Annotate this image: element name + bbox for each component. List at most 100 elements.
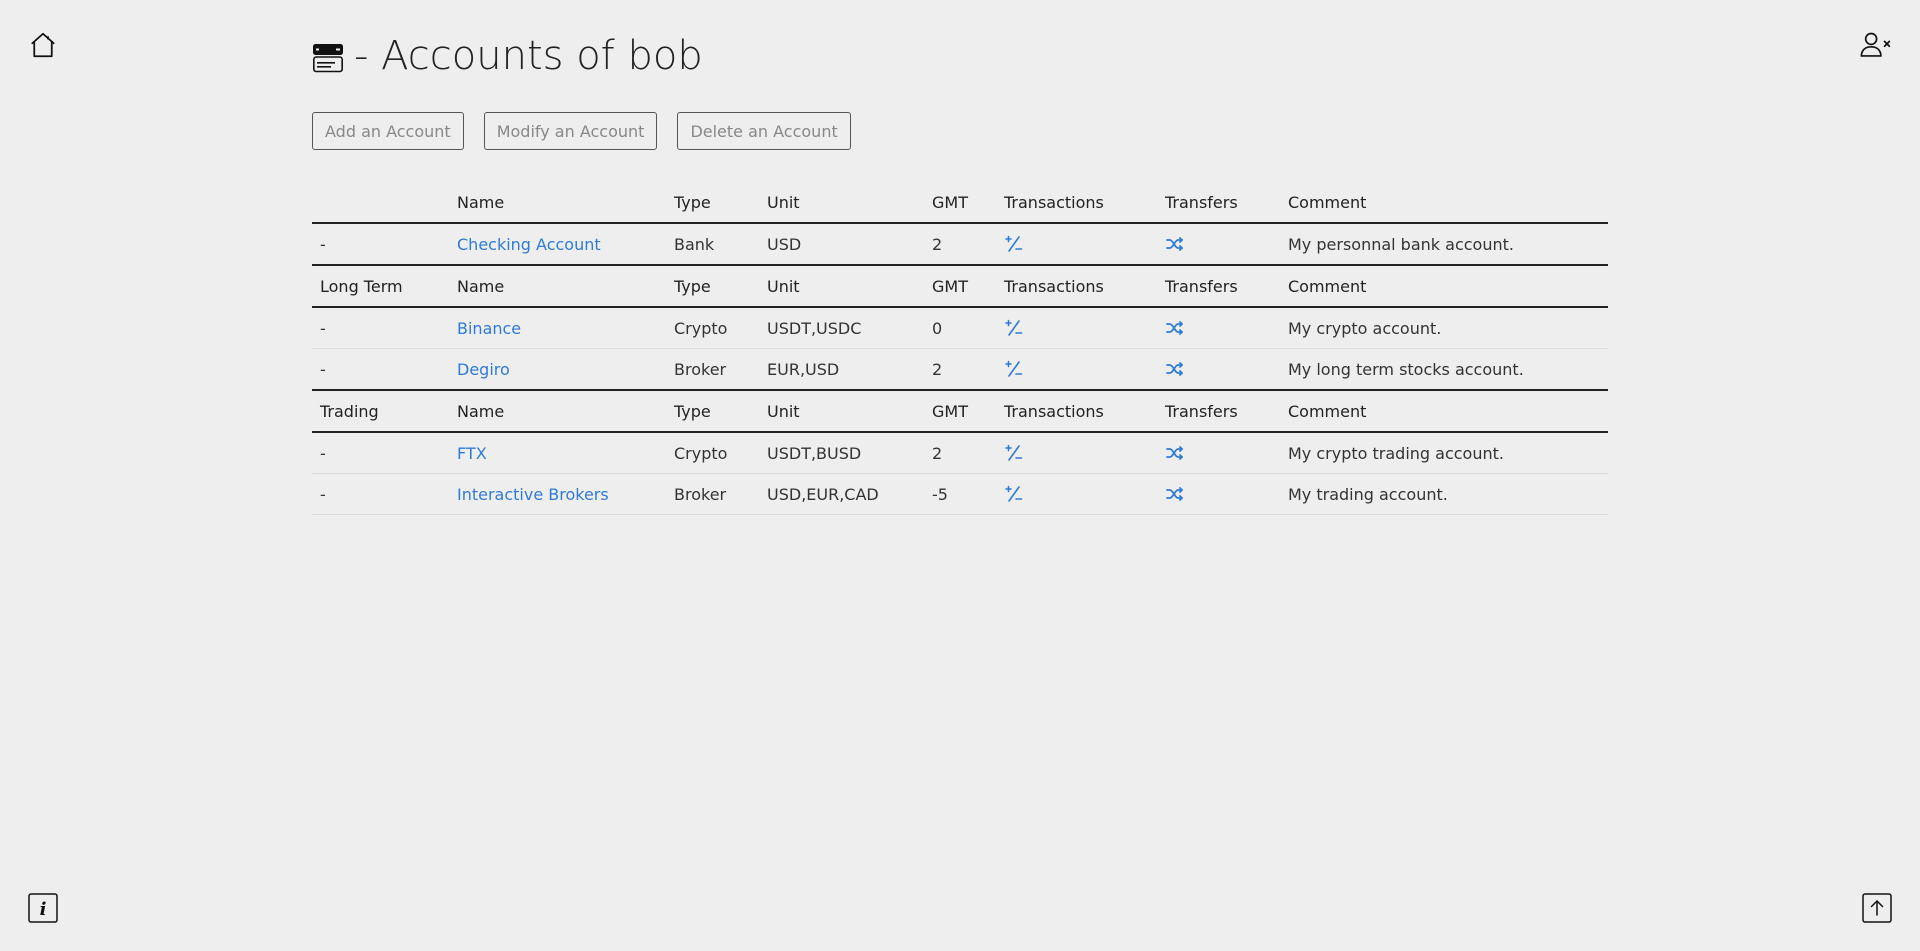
account-comment: My personnal bank account. <box>1288 234 1514 254</box>
page-title: - Accounts of bob <box>312 32 1608 80</box>
column-header-transfers: Transfers <box>1157 182 1280 224</box>
shuffle-icon[interactable] <box>1165 359 1185 379</box>
account-comment: My trading account. <box>1280 473 1608 515</box>
home-icon <box>31 32 55 58</box>
account-comment: My crypto trading account. <box>1280 432 1608 474</box>
account-gmt: 2 <box>932 234 943 254</box>
account-name-cell: Interactive Brokers <box>449 473 666 515</box>
account-type: Broker <box>674 359 727 379</box>
accounts-table: Name Type Unit GMT Transactions Transfers Comm… <box>312 182 1608 515</box>
transfers-cell <box>1157 432 1280 474</box>
account-unit: USDT,BUSD <box>759 432 924 474</box>
table-row: - Binance Crypto USDT,USDC 0 My crypto accoun… <box>312 307 1608 349</box>
row-marker: - <box>312 473 449 515</box>
group-label <box>312 182 449 224</box>
column-header-type: Type <box>666 182 759 224</box>
account-link[interactable]: Checking Account <box>457 235 601 254</box>
column-header-gmt: GMT <box>924 389 996 433</box>
table-row: - Checking Account Bank USD 2 My personnal ba… <box>312 223 1608 265</box>
account-link[interactable]: Binance <box>457 319 521 338</box>
account-type: Crypto <box>666 432 759 474</box>
column-header-transfers: Transfers <box>1157 389 1280 433</box>
account-type: Broker <box>666 473 759 515</box>
column-header-name: Name <box>449 182 666 224</box>
column-header-transactions: Transactions <box>996 182 1157 224</box>
account-actions: Add an Account Modify an Account Delete … <box>312 112 1608 150</box>
transactions-cell <box>996 307 1157 349</box>
shuffle-icon[interactable] <box>1165 443 1185 463</box>
account-type: Crypto <box>666 307 759 349</box>
account-gmt: 2 <box>932 359 943 379</box>
table-row: - Degiro Broker EUR,USD 2 My long term stocks… <box>312 349 1608 391</box>
transactions-cell <box>996 349 1157 391</box>
account-unit: USD,EUR,CAD <box>759 473 924 515</box>
transfers-cell <box>1157 307 1280 349</box>
shuffle-icon[interactable] <box>1165 318 1185 338</box>
table-row: - FTX Crypto USDT,BUSD 2 My crypto trading ac… <box>312 432 1608 474</box>
account-gmt: 0 <box>924 307 996 349</box>
column-header-gmt: GMT <box>924 182 996 224</box>
column-header-name: Name <box>449 264 666 308</box>
scroll-top-button[interactable] <box>1862 893 1892 923</box>
column-header-comment: Comment <box>1280 182 1608 224</box>
column-header-unit: Unit <box>759 264 924 308</box>
plus-minus-icon[interactable] <box>1004 443 1024 463</box>
account-gmt: 2 <box>924 432 996 474</box>
group-label: Trading <box>312 389 449 433</box>
main-content: - Accounts of bob Add an Account Modify … <box>312 0 1608 515</box>
account-name-cell: Checking Account <box>449 223 666 265</box>
arrow-up-icon <box>1862 893 1892 923</box>
account-unit: USDT,USDC <box>759 307 924 349</box>
column-header-gmt: GMT <box>924 264 996 308</box>
account-name-cell: Degiro <box>449 349 666 391</box>
home-button[interactable] <box>26 28 60 62</box>
account-type: Bank <box>674 234 715 254</box>
plus-minus-icon[interactable] <box>1004 318 1024 338</box>
transactions-cell <box>996 223 1157 265</box>
transfers-cell <box>1157 473 1280 515</box>
logout-button[interactable] <box>1858 28 1894 62</box>
column-header-comment: Comment <box>1280 389 1608 433</box>
info-button[interactable]: i <box>28 893 58 923</box>
account-name-cell: FTX <box>449 432 666 474</box>
row-marker: - <box>320 234 326 254</box>
group-header-row: Long Term Name Type Unit GMT Transactions Tran… <box>312 264 1608 308</box>
account-link[interactable]: FTX <box>457 444 487 463</box>
column-header-transfers: Transfers <box>1157 264 1280 308</box>
transfers-cell <box>1157 223 1280 265</box>
server-icon <box>312 44 343 73</box>
account-unit: EUR,USD <box>767 359 840 379</box>
group-header-row: Trading Name Type Unit GMT Transactions Transf… <box>312 389 1608 433</box>
transactions-cell <box>996 432 1157 474</box>
account-unit: USD <box>767 234 802 254</box>
plus-minus-icon[interactable] <box>1004 484 1024 504</box>
plus-minus-icon[interactable] <box>1004 234 1024 254</box>
group-header-row: Name Type Unit GMT Transactions Transfers Comm… <box>312 182 1608 224</box>
column-header-unit: Unit <box>759 182 924 224</box>
account-name-cell: Binance <box>449 307 666 349</box>
column-header-unit: Unit <box>759 389 924 433</box>
account-link[interactable]: Interactive Brokers <box>457 485 609 504</box>
column-header-type: Type <box>666 264 759 308</box>
modify-account-button[interactable]: Modify an Account <box>483 112 658 150</box>
add-account-button[interactable]: Add an Account <box>312 112 464 150</box>
transactions-cell <box>996 473 1157 515</box>
column-header-comment: Comment <box>1280 264 1608 308</box>
group-label: Long Term <box>312 264 449 308</box>
shuffle-icon[interactable] <box>1165 234 1185 254</box>
row-marker: - <box>312 432 449 474</box>
user-x-icon <box>1860 32 1891 57</box>
shuffle-icon[interactable] <box>1165 484 1185 504</box>
row-marker: - <box>320 359 326 379</box>
table-row: - Interactive Brokers Broker USD,EUR,CAD -5 M… <box>312 473 1608 515</box>
delete-account-button[interactable]: Delete an Account <box>677 112 851 150</box>
account-link[interactable]: Degiro <box>457 360 510 379</box>
column-header-transactions: Transactions <box>996 264 1157 308</box>
column-header-transactions: Transactions <box>996 389 1157 433</box>
account-gmt: -5 <box>924 473 996 515</box>
plus-minus-icon[interactable] <box>1004 359 1024 379</box>
svg-text:i: i <box>40 899 47 920</box>
account-comment: My crypto account. <box>1280 307 1608 349</box>
account-comment: My long term stocks account. <box>1288 359 1524 379</box>
row-marker: - <box>312 307 449 349</box>
